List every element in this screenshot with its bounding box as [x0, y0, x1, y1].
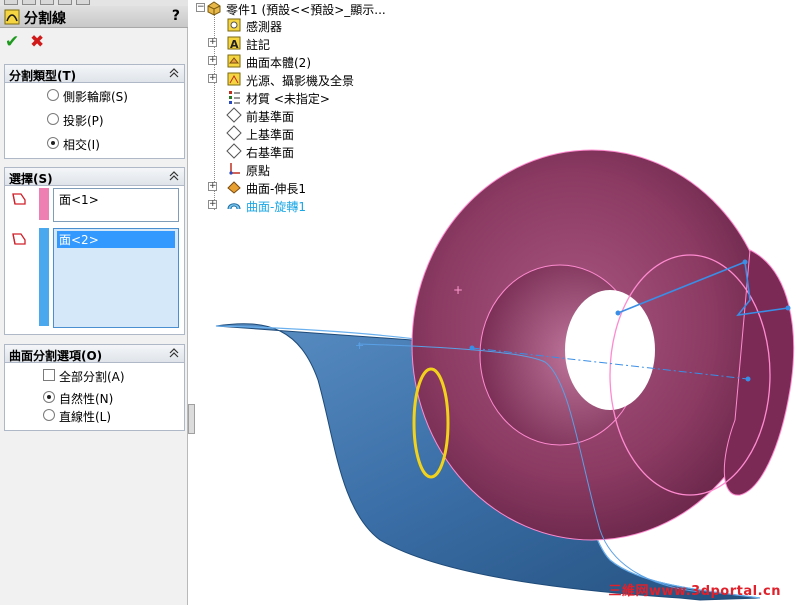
split-type-header[interactable]: 分割類型(T)	[5, 65, 184, 83]
sketch-point	[742, 259, 748, 265]
expand-toggle[interactable]: +	[208, 182, 217, 191]
origin-icon	[229, 163, 240, 175]
selections-group: 選擇(S) 面<1> 面<2>	[4, 167, 185, 335]
sketch-point	[615, 310, 621, 316]
property-manager-title-bar: 分割線 ?	[0, 6, 188, 28]
annotation-icon: A	[227, 36, 241, 51]
property-manager: 分割線 ? ✔ ✖ 分割類型(T) 側影輪廓(S) 投影(P) 相交(I) 選擇…	[0, 0, 188, 605]
expand-toggle[interactable]: +	[208, 38, 217, 47]
expand-toggle[interactable]: +	[208, 56, 217, 65]
split-type-group: 分割類型(T) 側影輪廓(S) 投影(P) 相交(I)	[4, 64, 185, 159]
collapse-icon[interactable]	[168, 347, 180, 359]
watermark: 三維网www.3dportal.cn	[608, 584, 781, 599]
material-icon	[229, 91, 240, 104]
feature-manager-tree: − 零件1 (預設<<預設>_顯示... 感測器 + A 註記 + 曲面本體(2…	[196, 1, 386, 214]
sketch-point	[745, 376, 751, 382]
origin-marker: +	[453, 283, 463, 297]
selection-item[interactable]: 面<1>	[57, 191, 101, 208]
surface-split-options-group: 曲面分割選項(O) 全部分割(A) 自然性(N) 直線性(L)	[4, 344, 185, 431]
help-button[interactable]: ?	[172, 8, 180, 24]
part-icon	[207, 1, 221, 16]
selections-header[interactable]: 選擇(S)	[5, 168, 184, 186]
collapse-icon[interactable]	[168, 170, 180, 182]
torus-hole	[565, 290, 655, 410]
plane-icon	[226, 125, 242, 141]
expand-toggle[interactable]: +	[208, 74, 217, 83]
surface-revolve-icon	[227, 203, 241, 210]
expand-toggle[interactable]: +	[208, 200, 217, 209]
plane-icon	[226, 143, 242, 159]
page-title: 分割線	[24, 11, 66, 27]
sketch-point	[469, 345, 475, 351]
surface-bodies-icon	[227, 54, 241, 68]
face-selection-icon	[12, 193, 26, 205]
cancel-button[interactable]: ✖	[30, 34, 46, 51]
surface-split-options-header[interactable]: 曲面分割選項(O)	[5, 345, 184, 363]
split-line-icon	[4, 9, 20, 25]
selection-color-swatch-pink	[39, 188, 49, 220]
surface-extrude-icon	[227, 181, 241, 194]
plane-icon	[226, 107, 242, 123]
sensor-icon	[227, 18, 241, 32]
selection-list-1[interactable]: 面<1>	[53, 188, 179, 222]
ok-button[interactable]: ✔	[5, 34, 21, 51]
origin-marker: +	[355, 339, 364, 352]
selection-item[interactable]: 面<2>	[57, 231, 175, 248]
selection-color-swatch-blue	[39, 228, 49, 326]
sketch-point	[785, 305, 791, 311]
svg-text:A: A	[230, 38, 239, 51]
face-selection-icon	[12, 233, 26, 245]
collapse-icon[interactable]	[168, 67, 180, 79]
collapse-toggle[interactable]: −	[196, 3, 205, 12]
selection-list-2[interactable]: 面<2>	[53, 228, 179, 328]
lights-camera-icon	[227, 72, 241, 86]
